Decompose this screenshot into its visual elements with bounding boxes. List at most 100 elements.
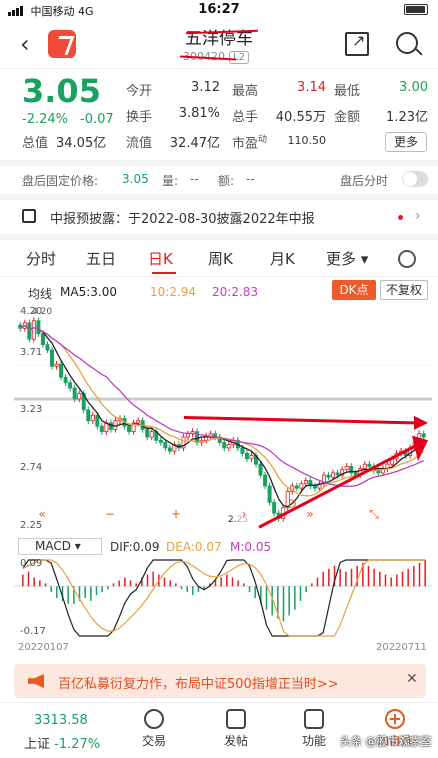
candle-body (158, 439, 163, 443)
chevron-right-icon: › (415, 208, 421, 224)
candlestick-chart[interactable]: 4.202.25D«−+›»⤡ (14, 304, 432, 532)
candle-body (240, 447, 245, 454)
close-icon[interactable]: ✕ (406, 671, 418, 687)
chart-nav-glyph: + (171, 507, 181, 521)
chart-nav-glyph: » (306, 507, 313, 521)
red-arrow (258, 443, 419, 529)
candle-body (36, 320, 41, 335)
m-value: M:0.05 (230, 540, 272, 554)
edit-icon (226, 709, 246, 729)
amount-label: 金额 (334, 110, 361, 125)
y-tick: 4.20 (20, 306, 43, 317)
search-icon[interactable] (396, 32, 418, 54)
candle-body (95, 414, 100, 427)
tab-daily-k[interactable]: 日K (148, 248, 173, 269)
dea-line (22, 559, 426, 637)
candle-body (99, 425, 104, 432)
ma5-line (19, 324, 425, 508)
volume-label: 总手 (232, 110, 259, 125)
candle-body (312, 485, 317, 489)
active-tab-indicator (152, 272, 176, 274)
macd-y-tick: 0.09 (20, 558, 43, 569)
candle-body (50, 349, 54, 367)
volume-value: 40.55万 (275, 110, 326, 125)
index-widget[interactable]: 3313.58 上证 -1.27% (18, 703, 108, 758)
tab-monthly-k[interactable]: 月K (270, 248, 295, 269)
trade-button[interactable]: 交易 (132, 703, 176, 758)
change-value: -0.07 (80, 112, 114, 127)
macd-chart[interactable] (14, 556, 432, 640)
y-tick: 3.23 (20, 404, 43, 415)
ma-title: 均线 (28, 287, 53, 301)
candle-body (72, 387, 77, 400)
candle-body (40, 333, 45, 346)
index-change: -1.27% (54, 737, 101, 752)
macd-legend: MACD ▾ DIF:0.09 DEA:0.07 M:0.05 (14, 537, 438, 557)
candle-body (344, 465, 349, 471)
chart-nav-glyph: « (38, 507, 45, 521)
low-value: 3.00 (399, 80, 428, 95)
tab-weekly-k[interactable]: 周K (208, 248, 233, 269)
open-label: 今开 (126, 84, 153, 99)
adjust-button[interactable]: 不复权 (380, 280, 428, 300)
mcap-label: 总值 (22, 136, 49, 151)
candle-body (335, 472, 340, 476)
share-icon[interactable] (345, 31, 369, 56)
after-hours-tick-label: 盘后分时 (340, 174, 389, 188)
high-value: 3.14 (297, 80, 326, 95)
candle-body (136, 420, 141, 424)
candle-body (272, 501, 277, 514)
candle-body (299, 483, 304, 489)
chart-nav-glyph: ⤡ (369, 507, 379, 521)
candle-body (331, 472, 336, 478)
ma20-line (19, 324, 424, 487)
candle-body (258, 463, 263, 476)
candle-body (86, 409, 91, 422)
ad-text: 百亿私募衍复力作，布局中证500指增正当时>> (58, 677, 339, 692)
grid-icon (304, 709, 324, 729)
low-label: 最低 (334, 84, 361, 99)
candle-body (59, 363, 64, 378)
candle-body (267, 485, 272, 503)
candle-body (222, 442, 227, 449)
after-hours-toggle[interactable] (402, 171, 428, 187)
more-button[interactable]: 更多 (385, 132, 427, 152)
last-price: 3.05 (22, 72, 101, 110)
tab-five-day[interactable]: 五日 (86, 248, 116, 269)
speaker-icon (22, 209, 36, 223)
notice-text: 中报预披露：于2022-08-30披露2022年中报 (50, 212, 315, 227)
stock-name: 五洋停车 (185, 29, 253, 49)
yen-icon (144, 709, 164, 729)
after-hours-row: 盘后固定价格: 3.05 量: -- 额: -- 盘后分时 (0, 168, 438, 192)
after-hours-volume-label: 量: (162, 174, 179, 188)
ad-banner[interactable]: 百亿私募衍复力作，布局中证500指增正当时>> ✕ (14, 664, 426, 698)
indicator-select[interactable]: MACD ▾ (18, 538, 102, 555)
bottom-bar: 3313.58 上证 -1.27% 交易 发帖 功能 加自选 (0, 702, 438, 758)
candle-body (167, 447, 172, 452)
candle-body (113, 420, 118, 430)
tab-more[interactable]: 更多 ▾ (326, 248, 368, 269)
post-button[interactable]: 发帖 (214, 703, 258, 758)
quote-panel: 3.05 -2.24% -0.07 今开 3.12 最高 3.14 最低 3.0… (0, 70, 438, 160)
notice-banner[interactable]: 中报预披露：于2022-08-30披露2022年中报 › (0, 200, 438, 234)
turnover-value: 3.81% (178, 106, 220, 121)
tab-intraday[interactable]: 分时 (26, 248, 56, 269)
candle-body (31, 320, 36, 340)
candle-body (362, 463, 367, 469)
after-hours-price-label: 盘后固定价格: (22, 174, 99, 188)
start-date: 20220107 (18, 642, 69, 653)
float-value: 32.47亿 (169, 136, 220, 151)
unread-dot (398, 215, 403, 220)
gear-icon[interactable] (398, 250, 416, 268)
add-watchlist-button[interactable]: 加自选 (370, 703, 420, 758)
candle-body (149, 431, 154, 438)
candle-body (421, 433, 426, 438)
after-hours-amount: -- (246, 172, 255, 186)
candle-body (27, 322, 32, 340)
ma20-value: 20:2.83 (212, 285, 259, 299)
functions-button[interactable]: 功能 (292, 703, 336, 758)
candle-body (249, 455, 254, 460)
battery-icon (404, 4, 428, 15)
candle-body (244, 452, 249, 460)
dk-point-button[interactable]: DK点 (332, 280, 376, 300)
